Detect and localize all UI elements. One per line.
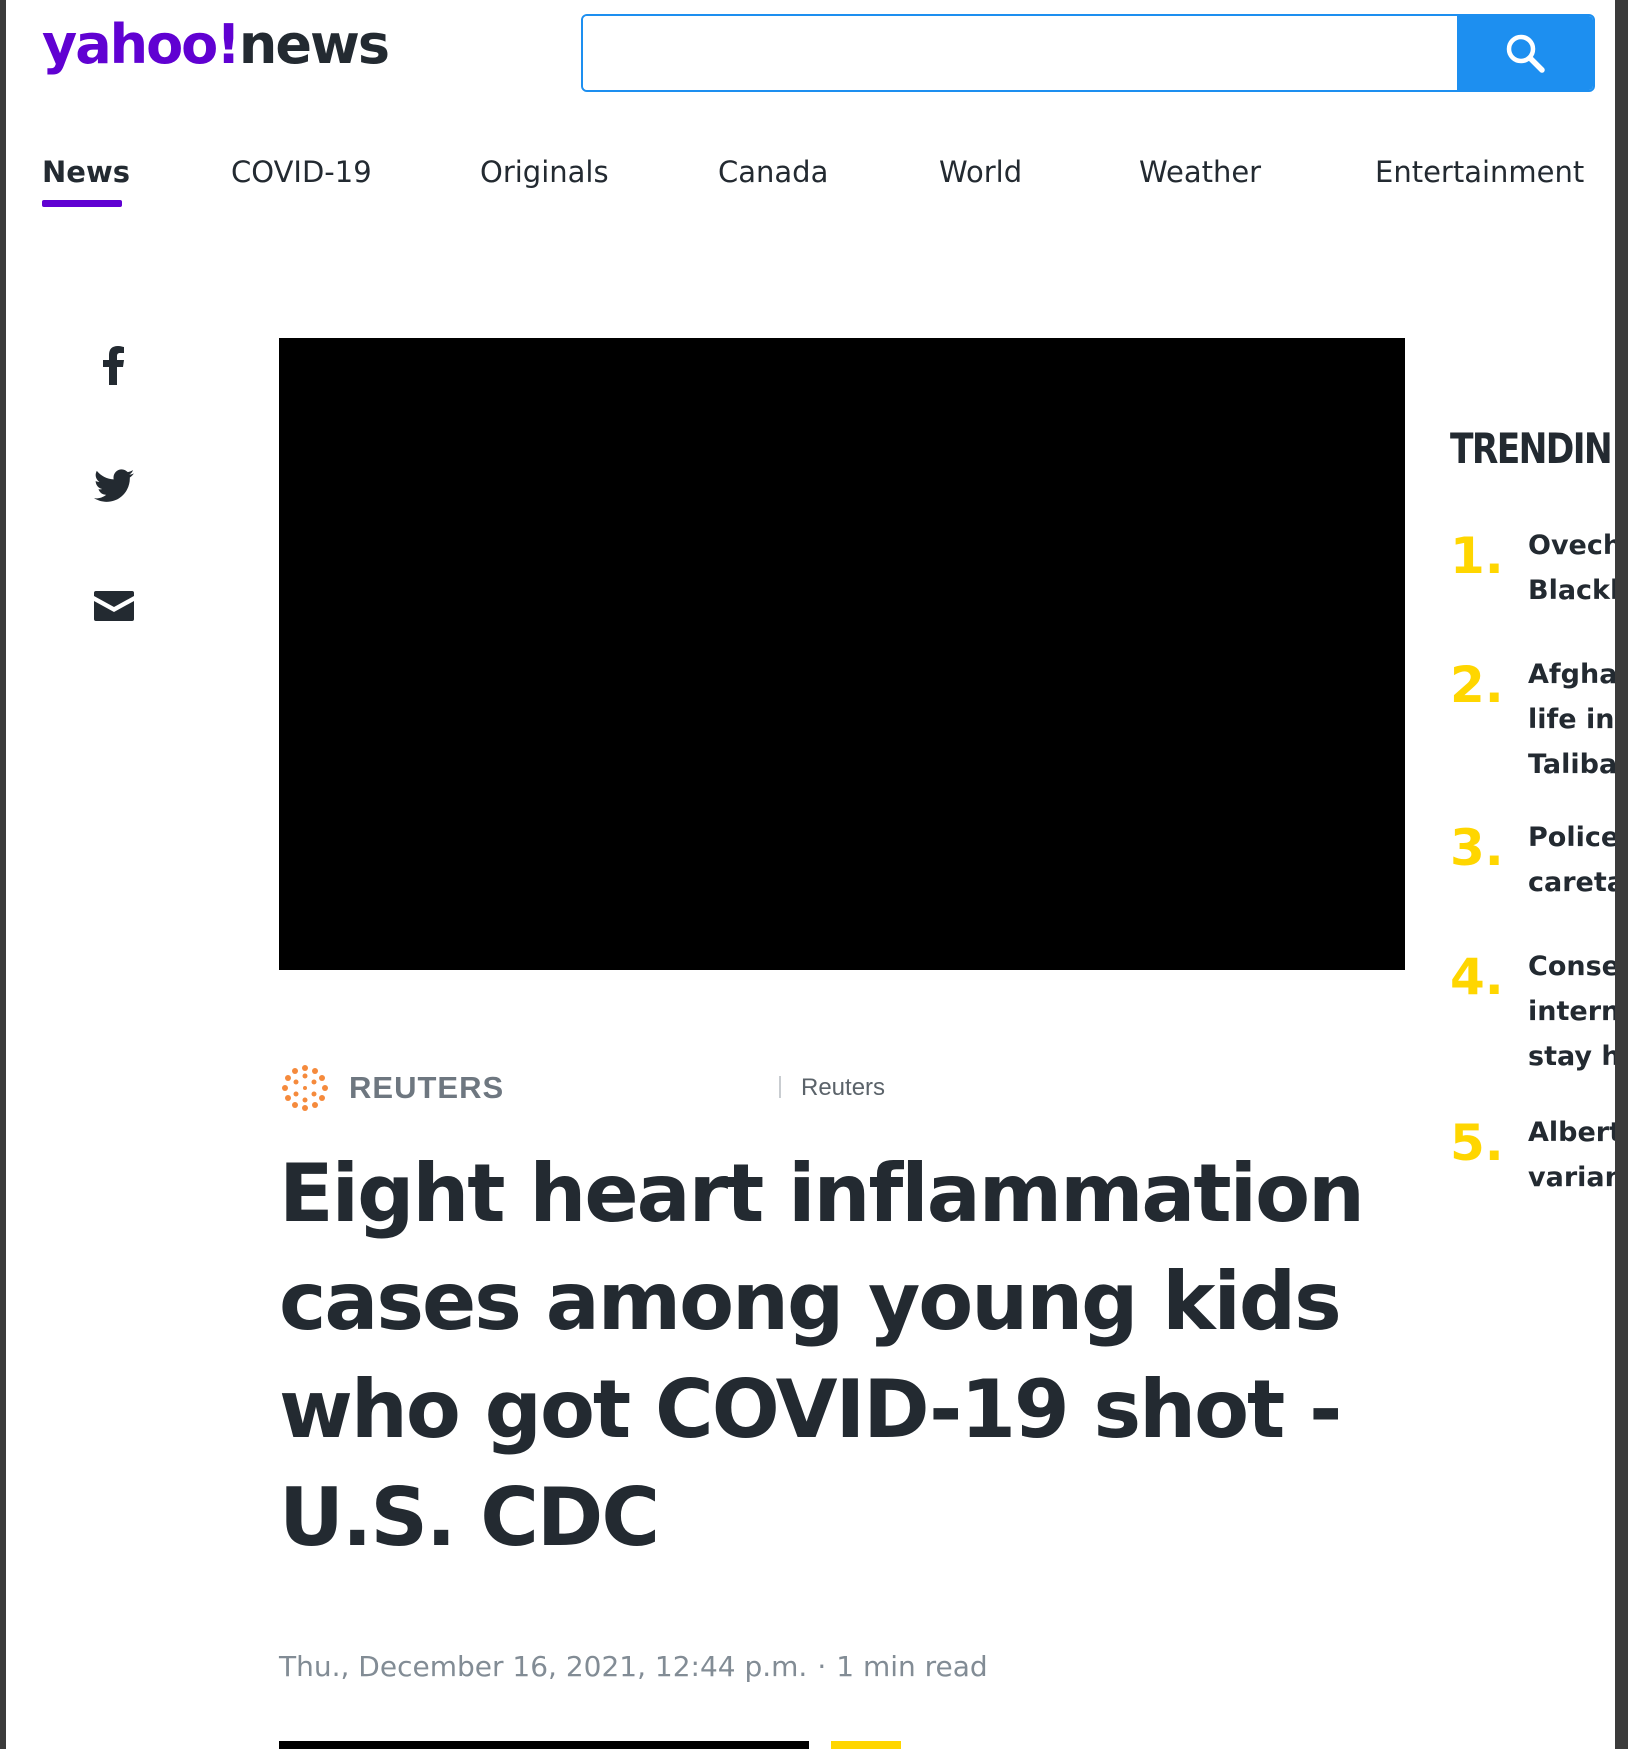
nav-item-originals[interactable]: Originals bbox=[480, 155, 609, 189]
nav-active-indicator bbox=[42, 200, 122, 207]
logo-news-text: news bbox=[238, 13, 390, 76]
trending-line: Police bbox=[1528, 822, 1615, 853]
trending-headline[interactable]: Ovech Blackh bbox=[1528, 523, 1615, 613]
trending-line: careta bbox=[1528, 867, 1615, 898]
trending-headline[interactable]: Albert varian bbox=[1528, 1110, 1615, 1200]
article-headline: Eight heart inflammation cases among you… bbox=[279, 1147, 1365, 1564]
source-divider bbox=[779, 1076, 781, 1098]
twitter-icon bbox=[94, 469, 134, 502]
trending-line: Ovech bbox=[1528, 530, 1615, 561]
logo-yahoo-text: yahoo! bbox=[42, 13, 241, 76]
search-bar bbox=[581, 14, 1595, 92]
trending-line: stay h bbox=[1528, 1041, 1615, 1072]
article-content-placeholder bbox=[279, 1741, 809, 1749]
trending-line: life in bbox=[1528, 704, 1615, 735]
nav-item-canada[interactable]: Canada bbox=[718, 155, 828, 189]
search-button[interactable] bbox=[1457, 16, 1593, 90]
article-source: REUTERS Reuters bbox=[279, 1062, 979, 1112]
trending-number: 3. bbox=[1450, 819, 1504, 877]
share-mail-button[interactable] bbox=[92, 584, 136, 628]
trending-headline[interactable]: Afgha life in Taliba bbox=[1528, 652, 1615, 787]
trending-number: 4. bbox=[1450, 948, 1504, 1006]
share-facebook-button[interactable] bbox=[92, 343, 136, 387]
reuters-logo-icon bbox=[282, 1065, 328, 1111]
page: yahoo!news News COVID-19 Originals Canad… bbox=[6, 0, 1615, 1749]
trending-line: Conse bbox=[1528, 951, 1615, 982]
browser-window-edge bbox=[1615, 0, 1628, 1749]
trending-line: intern bbox=[1528, 996, 1615, 1027]
trending-headline[interactable]: Police careta bbox=[1528, 815, 1615, 905]
trending-line: Taliba bbox=[1528, 749, 1615, 780]
nav-item-weather[interactable]: Weather bbox=[1139, 155, 1261, 189]
video-player[interactable] bbox=[279, 338, 1405, 970]
nav-item-world[interactable]: World bbox=[939, 155, 1022, 189]
trending-number: 1. bbox=[1450, 527, 1504, 585]
share-twitter-button[interactable] bbox=[92, 464, 136, 508]
article-read-time: 1 min read bbox=[836, 1650, 988, 1683]
article-meta: Thu., December 16, 2021, 12:44 p.m. · 1 mi… bbox=[279, 1650, 988, 1683]
nav-item-entertainment[interactable]: Entertainment bbox=[1375, 155, 1584, 189]
article-accent-bar bbox=[831, 1741, 901, 1749]
trending-number: 5. bbox=[1450, 1114, 1504, 1172]
nav-item-news[interactable]: News bbox=[42, 155, 130, 189]
yahoo-news-logo[interactable]: yahoo!news bbox=[42, 18, 390, 72]
facebook-icon bbox=[103, 346, 124, 385]
article-date: Thu., December 16, 2021, 12:44 p.m. bbox=[279, 1650, 808, 1683]
source-name: REUTERS bbox=[349, 1070, 505, 1105]
trending-line: Albert bbox=[1528, 1117, 1615, 1148]
trending-title: TRENDIN bbox=[1450, 424, 1613, 473]
trending-line: varian bbox=[1528, 1162, 1615, 1193]
trending-headline[interactable]: Conse intern stay h bbox=[1528, 944, 1615, 1079]
trending-number: 2. bbox=[1450, 656, 1504, 714]
article-author: Reuters bbox=[801, 1074, 886, 1101]
main-nav: News COVID-19 Originals Canada World Wea… bbox=[6, 155, 1615, 215]
search-icon bbox=[1506, 34, 1545, 73]
mail-icon bbox=[94, 591, 134, 621]
trending-line: Afgha bbox=[1528, 659, 1615, 690]
search-input[interactable] bbox=[583, 16, 1457, 90]
nav-item-covid-19[interactable]: COVID-19 bbox=[231, 155, 372, 189]
meta-separator: · bbox=[817, 1650, 827, 1683]
trending-line: Blackh bbox=[1528, 575, 1615, 606]
